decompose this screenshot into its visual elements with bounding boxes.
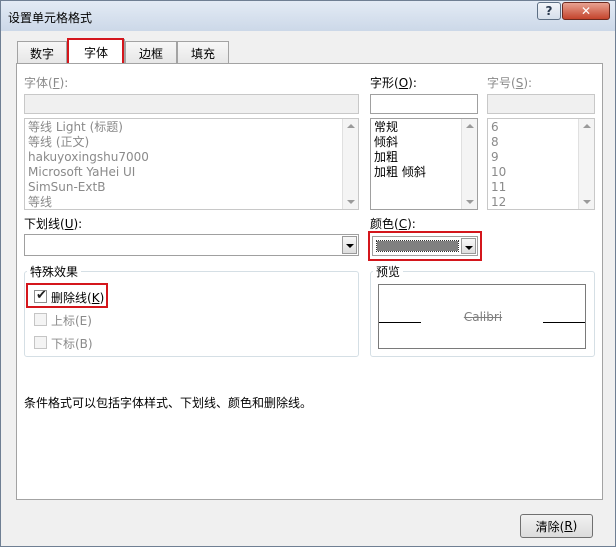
style-list-scrollbar[interactable] — [461, 119, 477, 209]
list-item: 等线 — [28, 195, 53, 209]
help-icon: ? — [545, 4, 553, 18]
tab-font[interactable]: 字体 — [67, 39, 125, 65]
underline-label: 下划线(U): — [24, 217, 83, 231]
list-item: 等线 Light (标题) — [28, 120, 123, 134]
dialog-title: 设置单元格格式 — [8, 11, 93, 25]
tab-border-label: 边框 — [138, 46, 163, 61]
chevron-down-icon — [465, 246, 473, 250]
style-label: 字形(O): — [370, 76, 417, 90]
underline-dropdown-button[interactable] — [342, 236, 357, 254]
subscript-label: 下标(B) — [51, 337, 93, 351]
strikethrough-checkbox[interactable]: ✔ — [34, 288, 47, 303]
scroll-up-icon — [583, 124, 591, 128]
list-item: 等线 (正文) — [28, 135, 90, 149]
checkmark-icon: ✔ — [36, 288, 47, 303]
clear-button[interactable]: 清除(R) — [520, 514, 593, 538]
close-button[interactable]: ✕ — [562, 2, 610, 20]
scroll-up-icon — [347, 124, 355, 128]
tab-fill-label: 填充 — [190, 46, 215, 61]
scroll-down-icon — [347, 200, 355, 204]
tab-font-label: 字体 — [83, 46, 108, 60]
scroll-down-icon — [466, 200, 474, 204]
font-list-scrollbar — [342, 119, 358, 209]
list-item: SimSun-ExtB — [28, 180, 106, 194]
list-item: hakuyoxingshu7000 — [28, 150, 149, 164]
subscript-checkbox — [34, 336, 47, 349]
font-label: 字体(F): — [24, 76, 69, 90]
font-size-list: 6 8 9 10 11 12 — [487, 118, 595, 210]
conditional-format-note: 条件格式可以包括字体样式、下划线、颜色和删除线。 — [24, 396, 313, 410]
list-item: Microsoft YaHei UI — [28, 165, 136, 179]
underline-select[interactable] — [24, 234, 359, 256]
color-label: 颜色(C): — [370, 217, 416, 231]
preview-title: 预览 — [373, 263, 404, 280]
tab-fill[interactable]: 填充 — [177, 41, 229, 64]
tab-border[interactable]: 边框 — [125, 41, 177, 64]
preview-box: Calibri — [378, 284, 586, 349]
font-name-input — [24, 94, 359, 114]
chevron-down-icon — [346, 244, 354, 248]
font-tab-panel: 字体(F): 等线 Light (标题) 等线 (正文) hakuyoxings… — [16, 63, 603, 500]
close-icon: ✕ — [580, 4, 592, 18]
scroll-up-icon — [466, 124, 474, 128]
title-bar: 设置单元格格式 ? ✕ — [1, 1, 615, 31]
scroll-down-icon — [583, 200, 591, 204]
font-style-list[interactable]: 常规 倾斜 加粗 加粗 倾斜 — [370, 118, 478, 210]
effects-title: 特殊效果 — [27, 263, 82, 280]
color-dropdown-button[interactable] — [461, 238, 476, 254]
tab-number[interactable]: 数字 — [17, 41, 67, 64]
font-list: 等线 Light (标题) 等线 (正文) hakuyoxingshu7000 … — [24, 118, 359, 210]
size-list-scrollbar — [578, 119, 594, 209]
size-label: 字号(S): — [487, 76, 533, 90]
color-swatch-frame — [376, 240, 459, 252]
superscript-label: 上标(E) — [51, 314, 92, 328]
help-button[interactable]: ? — [537, 2, 561, 20]
color-swatch — [377, 241, 458, 251]
format-cells-dialog: 设置单元格格式 ? ✕ 数字 字体 边框 填充 字体(F): 等线 Light … — [0, 0, 616, 547]
superscript-checkbox — [34, 313, 47, 326]
font-style-input[interactable] — [370, 94, 478, 114]
preview-sample-text: Calibri — [463, 310, 503, 324]
strikethrough-label[interactable]: 删除线(K) — [51, 289, 104, 306]
color-select[interactable] — [372, 236, 478, 256]
font-size-input — [487, 94, 595, 114]
tab-number-label: 数字 — [29, 46, 54, 61]
